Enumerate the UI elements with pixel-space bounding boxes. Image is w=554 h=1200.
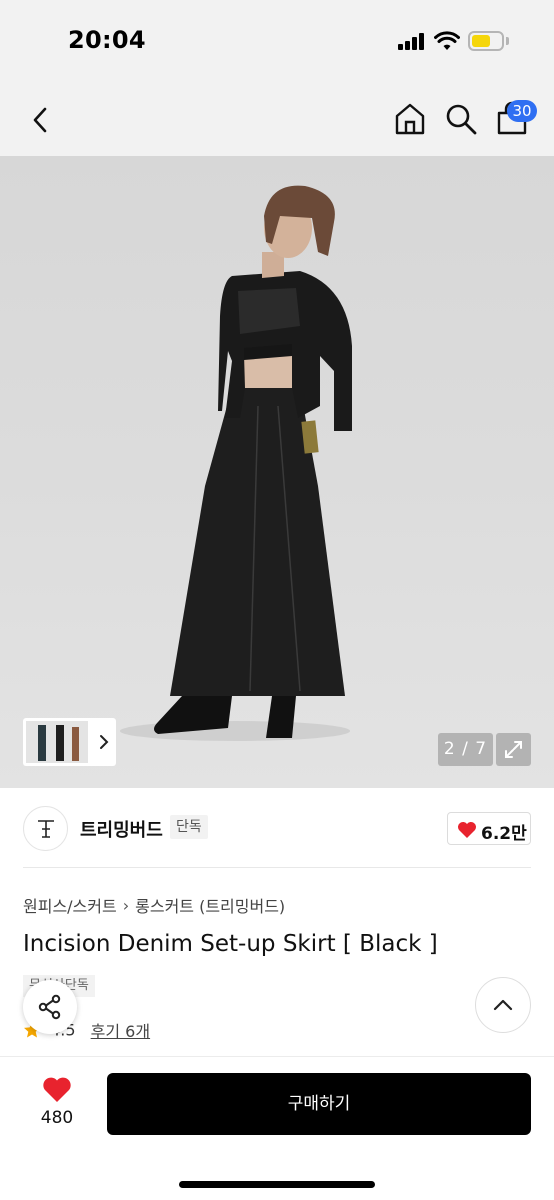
chevron-right-icon <box>100 735 109 749</box>
status-bar: 20:04 <box>0 0 554 84</box>
exclusive-badge: 단독 <box>170 815 208 839</box>
wishlist-heart-icon[interactable] <box>42 1076 72 1104</box>
breadcrumb: 원피스/스커트 › 롱스커트 (트리밍버드) <box>23 893 285 917</box>
thumbnail-strip[interactable] <box>23 718 116 766</box>
brand-like-count: 6.2만 <box>481 824 527 844</box>
brand-row: 트리밍버드 단독 6.2만 <box>0 788 554 868</box>
wishlist-count: 480 <box>40 1108 74 1128</box>
model-photo <box>120 185 352 741</box>
thumbnail-images <box>26 721 88 763</box>
top-nav <box>0 84 554 156</box>
share-button[interactable] <box>23 980 77 1034</box>
wifi-icon <box>434 31 460 50</box>
brand-logo-mark <box>38 820 54 838</box>
back-icon[interactable] <box>26 102 56 138</box>
search-icon[interactable] <box>443 101 479 137</box>
image-counter: 2 / 7 <box>438 733 493 766</box>
battery-icon <box>468 31 504 51</box>
chevron-up-icon <box>493 999 513 1011</box>
expand-button[interactable] <box>496 733 531 766</box>
breadcrumb-item[interactable]: 원피스/스커트 <box>23 897 117 916</box>
status-time: 20:04 <box>68 26 146 54</box>
product-title: Incision Denim Set-up Skirt [ Black ] <box>23 931 438 957</box>
cart-count-badge: 30 <box>507 100 537 122</box>
breadcrumb-separator: › <box>122 895 130 915</box>
home-icon[interactable] <box>392 101 428 137</box>
scroll-top-button[interactable] <box>475 977 531 1033</box>
expand-icon <box>505 741 522 758</box>
divider <box>23 867 531 868</box>
signal-icon <box>398 33 424 50</box>
brand-logo[interactable] <box>23 806 68 851</box>
brand-like-button[interactable]: 6.2만 <box>447 812 531 845</box>
product-image[interactable] <box>0 156 554 788</box>
breadcrumb-item[interactable]: 롱스커트 (트리밍버드) <box>135 897 285 916</box>
buy-button[interactable]: 구매하기 <box>107 1073 531 1135</box>
review-link[interactable]: 후기 6개 <box>91 1022 150 1041</box>
home-indicator <box>179 1181 375 1188</box>
share-icon <box>38 994 61 1020</box>
brand-name[interactable]: 트리밍버드 <box>80 816 163 842</box>
heart-icon <box>458 822 476 838</box>
